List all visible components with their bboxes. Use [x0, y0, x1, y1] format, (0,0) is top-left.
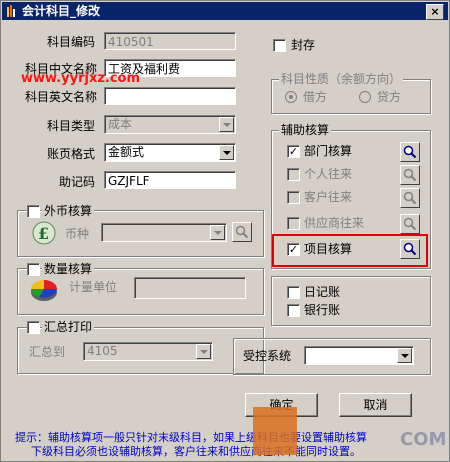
- watermark-top: www.yyrjxz.com: [21, 71, 141, 86]
- code-label: 科目编码: [46, 35, 95, 49]
- seal-label: 封存: [291, 38, 316, 52]
- mnemonic-field[interactable]: GZJFLF: [104, 171, 236, 189]
- quantity-title: 数量核算: [42, 262, 95, 276]
- aux-customer-checkbox[interactable]: [287, 191, 300, 204]
- credit-label: 贷方: [377, 90, 402, 104]
- chevron-down-icon[interactable]: [219, 145, 234, 160]
- journal-group: [271, 276, 431, 326]
- chevron-down-icon[interactable]: [210, 225, 225, 240]
- credit-radio[interactable]: [359, 91, 371, 103]
- chevron-down-icon[interactable]: [196, 344, 211, 359]
- unit-label: 计量单位: [69, 280, 118, 294]
- aux-project-checkbox[interactable]: ✓: [287, 243, 300, 256]
- svg-text:£: £: [38, 224, 49, 243]
- summary-to-value: 4105: [87, 344, 118, 358]
- aux-dept-label: 部门核算: [304, 144, 353, 158]
- watermark-logo: [253, 407, 297, 455]
- type-select[interactable]: 成本: [104, 115, 236, 134]
- foreign-currency-title: 外币核算: [42, 204, 95, 218]
- bank-journal-label: 银行账: [304, 303, 341, 317]
- aux-person-checkbox[interactable]: [287, 168, 300, 181]
- aux-customer-label: 客户往来: [304, 190, 353, 204]
- daily-journal-checkbox[interactable]: [287, 286, 300, 299]
- page-format-value: 金额式: [108, 145, 145, 159]
- aux-dept-checkbox[interactable]: ✓: [287, 145, 300, 158]
- controlled-select[interactable]: [304, 346, 414, 365]
- summary-print-checkbox[interactable]: [27, 321, 40, 334]
- search-icon: [403, 168, 417, 182]
- chevron-down-icon[interactable]: [219, 117, 234, 132]
- search-icon: [235, 225, 249, 239]
- summary-print-title: 汇总打印: [42, 320, 95, 334]
- controlled-label: 受控系统: [243, 349, 292, 363]
- type-label: 科目类型: [46, 119, 95, 133]
- title-bar[interactable]: 会计科目_修改 ×: [2, 2, 448, 20]
- aux-project-label: 项目核算: [304, 242, 353, 256]
- code-field[interactable]: 410501: [104, 32, 236, 50]
- pound-icon: £: [31, 221, 57, 248]
- daily-journal-label: 日记账: [304, 285, 341, 299]
- pie-icon: [29, 277, 59, 306]
- en-name-label: 科目英文名称: [24, 90, 97, 104]
- page-format-label: 账页格式: [46, 147, 95, 161]
- seal-checkbox[interactable]: [273, 39, 286, 52]
- search-icon: [403, 145, 417, 159]
- summary-to-label: 汇总到: [29, 345, 66, 359]
- quantity-checkbox[interactable]: [27, 263, 40, 276]
- en-name-field[interactable]: [104, 87, 236, 105]
- watermark-bottom: COM: [400, 429, 447, 450]
- debit-label: 借方: [303, 90, 328, 104]
- bank-journal-checkbox[interactable]: [287, 304, 300, 317]
- currency-label: 币种: [65, 227, 90, 241]
- window-title: 会计科目_修改: [22, 4, 101, 18]
- search-icon: [403, 242, 417, 256]
- mnemonic-label: 助记码: [58, 175, 95, 189]
- aux-customer-lookup-button[interactable]: [400, 188, 420, 208]
- chevron-down-icon[interactable]: [397, 348, 412, 363]
- dialog-window: 会计科目_修改 × 科目编码 410501 科目中文名称 工资及福利费 科目英文…: [0, 0, 450, 462]
- page-format-select[interactable]: 金额式: [104, 143, 236, 162]
- hint-line-2: 下级科目必须也设辅助核算，客户往来和供应商往来不能同时设置。: [31, 445, 361, 458]
- unit-field[interactable]: [134, 277, 246, 299]
- foreign-currency-checkbox[interactable]: [27, 205, 40, 218]
- aux-supplier-lookup-button[interactable]: [400, 214, 420, 234]
- currency-lookup-button[interactable]: [232, 222, 252, 242]
- aux-title: 辅助核算: [279, 123, 332, 137]
- app-icon: [6, 4, 18, 18]
- summary-to-select[interactable]: 4105: [83, 342, 213, 361]
- close-button[interactable]: ×: [426, 4, 444, 20]
- aux-person-lookup-button[interactable]: [400, 165, 420, 185]
- cancel-button[interactable]: 取消: [339, 393, 412, 417]
- search-icon: [403, 191, 417, 205]
- aux-supplier-label: 供应商往来: [304, 216, 365, 230]
- aux-supplier-checkbox[interactable]: [287, 217, 300, 230]
- currency-select[interactable]: [101, 223, 227, 242]
- aux-person-label: 个人往来: [304, 167, 353, 181]
- type-value: 成本: [108, 117, 133, 131]
- debit-radio[interactable]: [285, 91, 297, 103]
- hint-line-1: 提示：辅助核算项一般只针对末级科目，如果上级科目也要设置辅助核算: [15, 431, 367, 444]
- nature-title: 科目性质（余额方向）: [279, 72, 404, 86]
- aux-dept-lookup-button[interactable]: [400, 142, 420, 162]
- search-icon: [403, 217, 417, 231]
- aux-project-lookup-button[interactable]: [400, 239, 420, 259]
